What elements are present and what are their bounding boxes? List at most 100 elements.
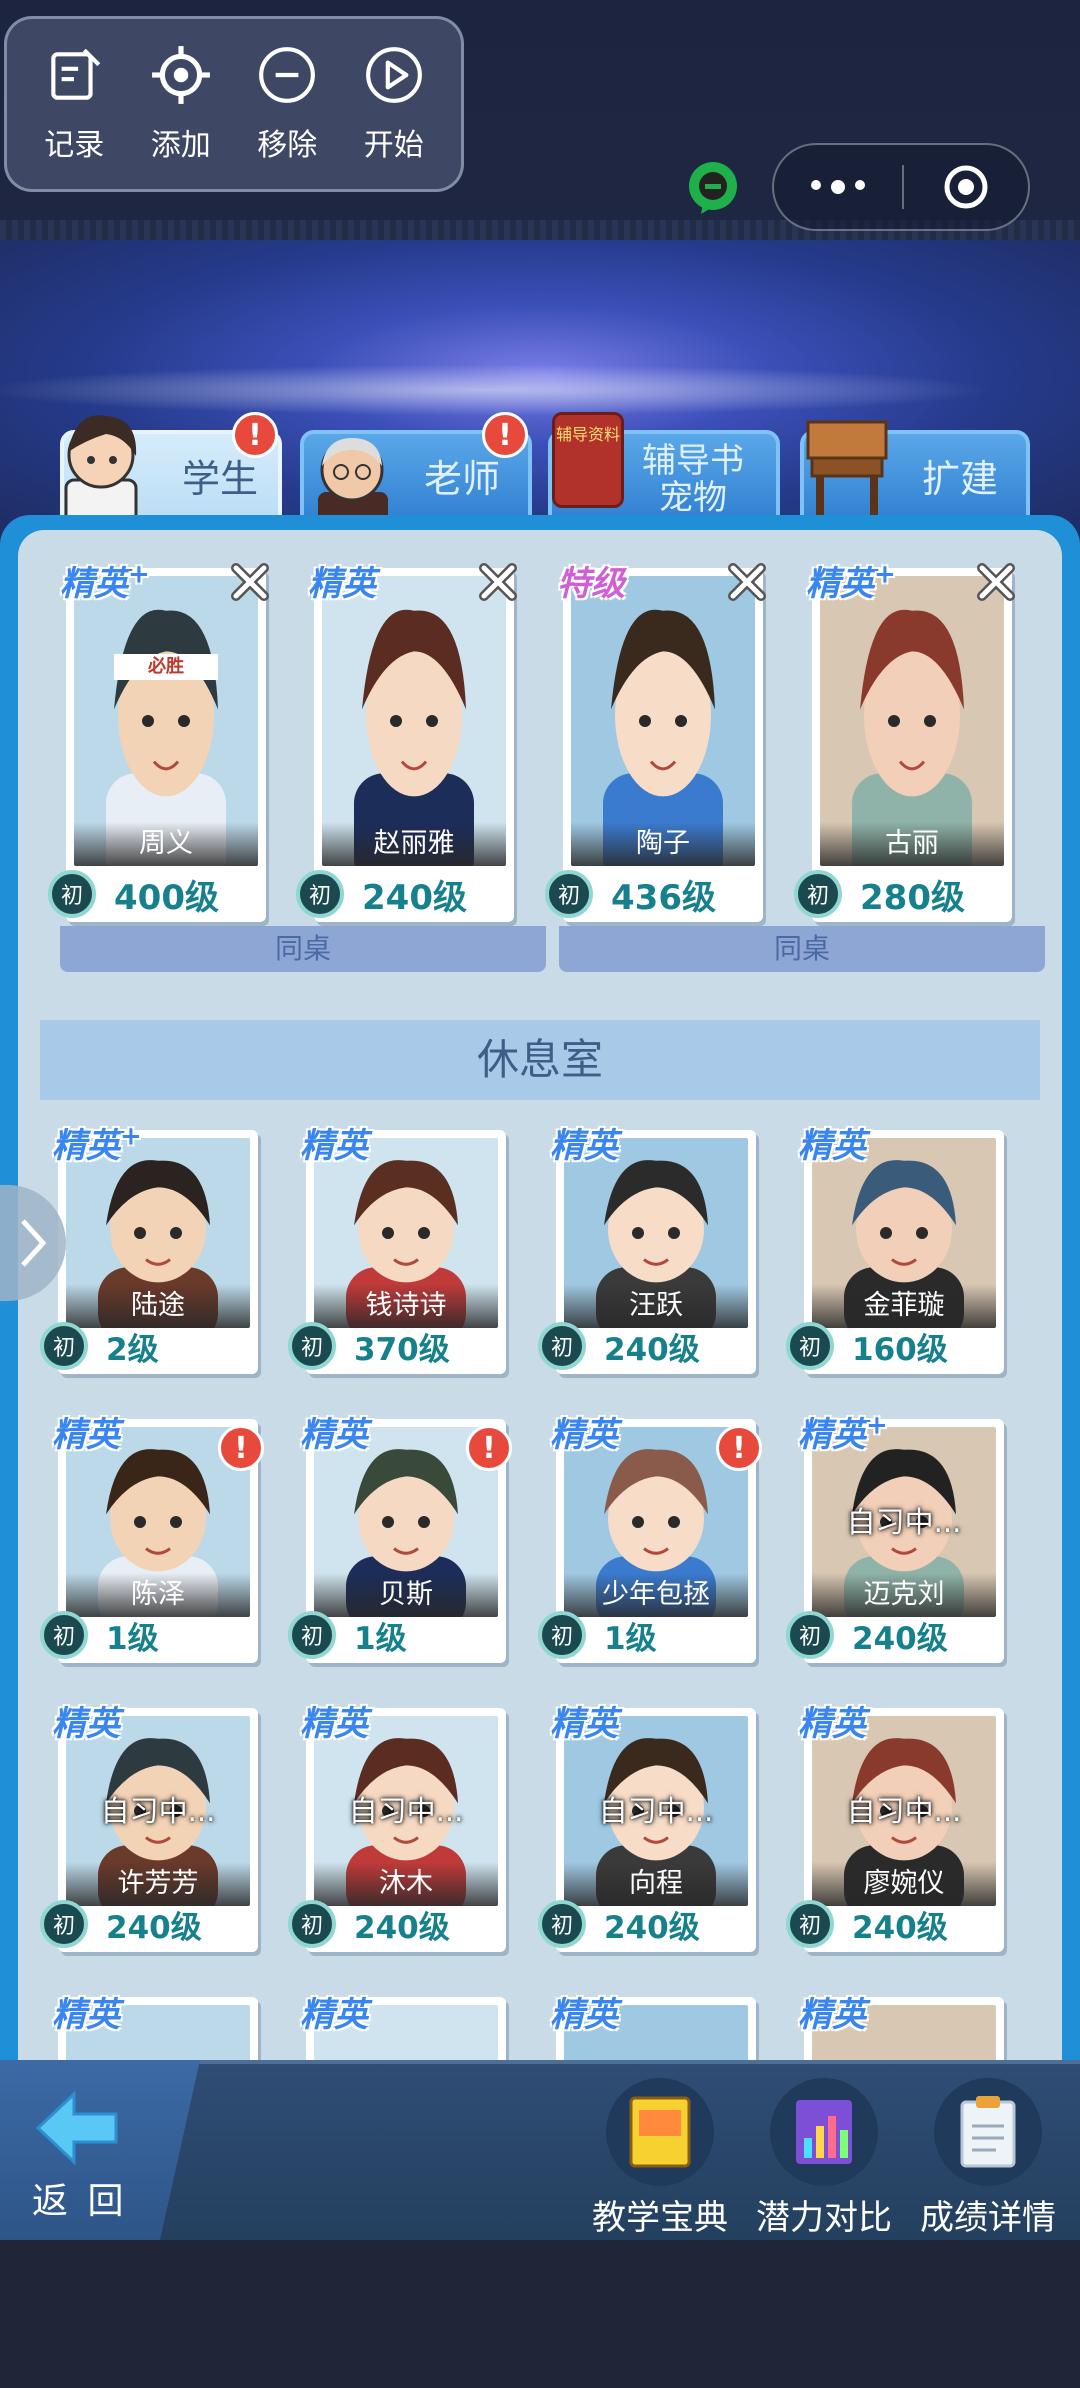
rank-text: 精英 xyxy=(300,1704,368,1744)
start-button[interactable]: 开始 xyxy=(344,44,444,164)
remove-from-desk-icon[interactable] xyxy=(723,558,771,606)
rank-badge: 精英 xyxy=(300,1995,368,2035)
student-alert-badge: ! xyxy=(218,1425,264,1471)
teaching-book-label: 教学宝典 xyxy=(592,2198,728,2238)
rank-badge: 精英 xyxy=(52,1696,120,1745)
score-details-label: 成绩详情 xyxy=(920,2198,1056,2238)
desk-student-card[interactable]: 陶子 特级初 436级 xyxy=(545,563,766,922)
student-level: 1级 xyxy=(106,1620,159,1657)
potential-compare-label: 潜力对比 xyxy=(756,2198,892,2238)
tab-books-line2: 宠物 xyxy=(659,478,727,518)
lounge-student-card-partial[interactable]: 精英 xyxy=(52,1995,258,2060)
headband-text: 必胜 xyxy=(114,654,218,680)
level-row: 初 240级 xyxy=(538,1896,756,1952)
grade-badge: 初 xyxy=(48,870,96,918)
student-name: 古丽 xyxy=(820,822,1004,866)
level-row: 初 436级 xyxy=(545,866,763,922)
student-level: 400级 xyxy=(114,877,219,918)
lounge-student-card[interactable]: 少年包拯 精英! 初 1级 xyxy=(538,1415,762,1663)
rank-plus-mark: + xyxy=(128,559,150,590)
desk-student-card[interactable]: 古丽 精英+ 初 280级 xyxy=(794,560,1015,922)
lounge-student-card[interactable]: 钱诗诗 精英初 370级 xyxy=(288,1126,506,1374)
self-study-status: 自习中... xyxy=(348,1794,464,1828)
lounge-student-card[interactable]: 金菲璇 精英初 160级 xyxy=(786,1126,1004,1374)
add-label: 添加 xyxy=(150,128,211,163)
more-menu-icon[interactable] xyxy=(774,180,902,194)
back-arrow-icon[interactable] xyxy=(34,2088,120,2168)
record-icon xyxy=(51,48,101,100)
lounge-student-card[interactable]: 自习中... 许芳芳 精英初 240级 xyxy=(40,1704,258,1952)
lounge-student-card[interactable]: 陆途 精英+ 初 2级 xyxy=(40,1122,258,1374)
lounge-student-card[interactable]: 自习中... 迈克刘 精英+ 初 240级 xyxy=(786,1411,1004,1663)
grade-badge: 初 xyxy=(786,1900,834,1948)
student-level: 240级 xyxy=(604,1909,700,1946)
chevron-right-icon xyxy=(21,1219,47,1267)
level-row: 初 400级 xyxy=(48,866,266,922)
lounge-student-card[interactable]: 汪跃 精英初 240级 xyxy=(538,1126,756,1374)
lounge-student-card[interactable]: 自习中... 向程 精英初 240级 xyxy=(538,1704,756,1952)
student-level: 240级 xyxy=(604,1331,700,1368)
student-level: 240级 xyxy=(354,1909,450,1946)
record-label: 记录 xyxy=(44,128,105,163)
deskmate-label: 同桌 xyxy=(559,926,1045,972)
add-button[interactable]: 添加 xyxy=(131,44,231,164)
rank-plus-mark: + xyxy=(874,559,896,590)
close-target-icon[interactable] xyxy=(904,162,1028,212)
rank-text: 精英 xyxy=(308,564,376,604)
lounge-student-card[interactable]: 贝斯 精英! 初 1级 xyxy=(288,1415,512,1663)
rank-badge: 特级 xyxy=(557,556,625,605)
grade-badge: 初 xyxy=(40,1322,88,1370)
grade-badge: 初 xyxy=(40,1611,88,1659)
score-clipboard-icon xyxy=(934,2078,1042,2186)
lounge-student-card[interactable]: 陈泽 精英! 初 1级 xyxy=(40,1415,264,1663)
desk-student-card[interactable]: 赵丽雅 精英初 240级 xyxy=(296,563,517,922)
record-button[interactable]: 记录 xyxy=(24,44,124,164)
student-portrait: 必胜 周义 xyxy=(74,576,258,866)
lounge-title: 休息室 xyxy=(40,1020,1040,1100)
teaching-book-button[interactable]: 教学宝典 xyxy=(592,2078,728,2239)
lounge-student-card[interactable]: 自习中... 沐木 精英初 240级 xyxy=(288,1704,506,1952)
grade-badge: 初 xyxy=(538,1611,586,1659)
rank-text: 精英 xyxy=(52,1126,120,1166)
lounge-student-card-partial[interactable]: 精英 xyxy=(300,1995,506,2060)
student-portrait: 古丽 xyxy=(820,576,1004,866)
student-level: 160级 xyxy=(852,1331,948,1368)
deskmate-label: 同桌 xyxy=(60,926,546,972)
student-tab-avatar xyxy=(64,415,138,530)
mini-program-capsule xyxy=(772,143,1030,231)
rank-text: 精英 xyxy=(806,564,874,604)
rank-badge: 精英 xyxy=(300,1118,368,1167)
lounge-student-card-partial[interactable]: 精英 xyxy=(550,1995,756,2060)
tab-books-line1: 辅导书 xyxy=(642,440,744,481)
level-row: 初 240级 xyxy=(786,1896,1004,1952)
toolbar: 记录 添加 移除 开始 xyxy=(4,16,464,192)
score-details-button[interactable]: 成绩详情 xyxy=(920,2078,1056,2239)
rank-badge: 精英 xyxy=(52,1407,120,1456)
student-panel: 休息室 必胜 周义 精英+ 初 400级 赵丽雅 精英初 240级 陶子 特级初 436级 古丽… xyxy=(18,530,1062,2060)
rank-badge: 精英 xyxy=(550,1407,618,1456)
potential-compare-button[interactable]: 潜力对比 xyxy=(756,2078,892,2239)
student-alert-badge: ! xyxy=(466,1425,512,1471)
chat-bubble-icon[interactable] xyxy=(685,160,741,216)
student-name: 赵丽雅 xyxy=(322,822,506,866)
remove-button[interactable]: 移除 xyxy=(237,44,337,164)
grade-badge: 初 xyxy=(288,1900,336,1948)
student-level: 280级 xyxy=(860,877,965,918)
rank-plus-mark: + xyxy=(866,1410,888,1441)
rank-text: 精英 xyxy=(550,1704,618,1744)
grade-badge: 初 xyxy=(794,870,842,918)
rank-badge: 精英+ xyxy=(806,556,896,605)
remove-from-desk-icon[interactable] xyxy=(474,558,522,606)
desk-student-card[interactable]: 必胜 周义 精英+ 初 400级 xyxy=(48,560,269,922)
lounge-student-card-partial[interactable]: 精英 xyxy=(798,1995,1004,2060)
student-level: 370级 xyxy=(354,1331,450,1368)
grade-badge: 初 xyxy=(538,1322,586,1370)
level-row: 初 240级 xyxy=(296,866,514,922)
student-portrait: 陶子 xyxy=(571,576,755,866)
lounge-student-card[interactable]: 自习中... 廖婉仪 精英初 240级 xyxy=(786,1704,1004,1952)
remove-from-desk-icon[interactable] xyxy=(972,558,1020,606)
level-row: 初 1级 xyxy=(288,1607,506,1663)
remove-from-desk-icon[interactable] xyxy=(226,558,274,606)
rank-text: 精英 xyxy=(550,1126,618,1166)
rank-badge: 精英 xyxy=(798,1995,866,2035)
